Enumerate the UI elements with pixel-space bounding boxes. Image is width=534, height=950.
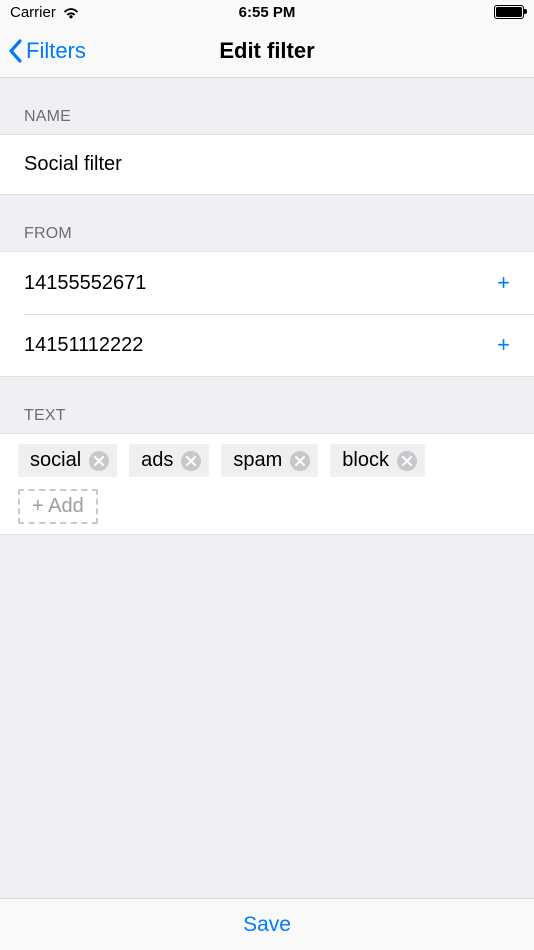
back-button[interactable]: Filters [8,24,86,77]
tag-label: ads [141,449,173,472]
tag: ads [129,444,209,477]
tag: block [330,444,425,477]
from-section: FROM 14155552671+14151112222+ [0,195,534,377]
nav-bar: Filters Edit filter [0,24,534,78]
add-from-button[interactable]: + [485,332,510,358]
tag-row: social ads spam block + Add [0,433,534,535]
footer-bar: Save [0,898,534,950]
from-cell[interactable]: 14151112222+ [0,314,534,376]
chevron-left-icon [8,39,22,63]
from-section-header: FROM [0,195,534,251]
tag: social [18,444,117,477]
name-value: Social filter [24,153,510,176]
remove-tag-icon[interactable] [397,451,417,471]
remove-tag-icon[interactable] [89,451,109,471]
save-button[interactable]: Save [243,913,291,937]
tag-label: block [342,449,389,472]
name-cell[interactable]: Social filter [0,135,534,194]
back-label: Filters [26,38,86,64]
status-bar: Carrier 6:55 PM [0,0,534,24]
text-section-header: TEXT [0,377,534,433]
battery-icon [494,5,524,19]
name-section: NAME Social filter [0,78,534,195]
status-time: 6:55 PM [181,4,352,21]
status-left: Carrier [10,4,181,21]
status-right [353,5,524,19]
text-section: TEXT social ads spam block + Add [0,377,534,535]
from-cell[interactable]: 14155552671+ [0,252,534,314]
add-tag-button[interactable]: + Add [18,489,98,524]
tag: spam [221,444,318,477]
tag-label: spam [233,449,282,472]
tag-label: social [30,449,81,472]
from-number: 14151112222 [24,334,485,357]
carrier-label: Carrier [10,4,56,21]
wifi-icon [62,6,80,19]
from-number: 14155552671 [24,272,485,295]
add-from-button[interactable]: + [485,270,510,296]
name-section-header: NAME [0,78,534,134]
remove-tag-icon[interactable] [181,451,201,471]
remove-tag-icon[interactable] [290,451,310,471]
